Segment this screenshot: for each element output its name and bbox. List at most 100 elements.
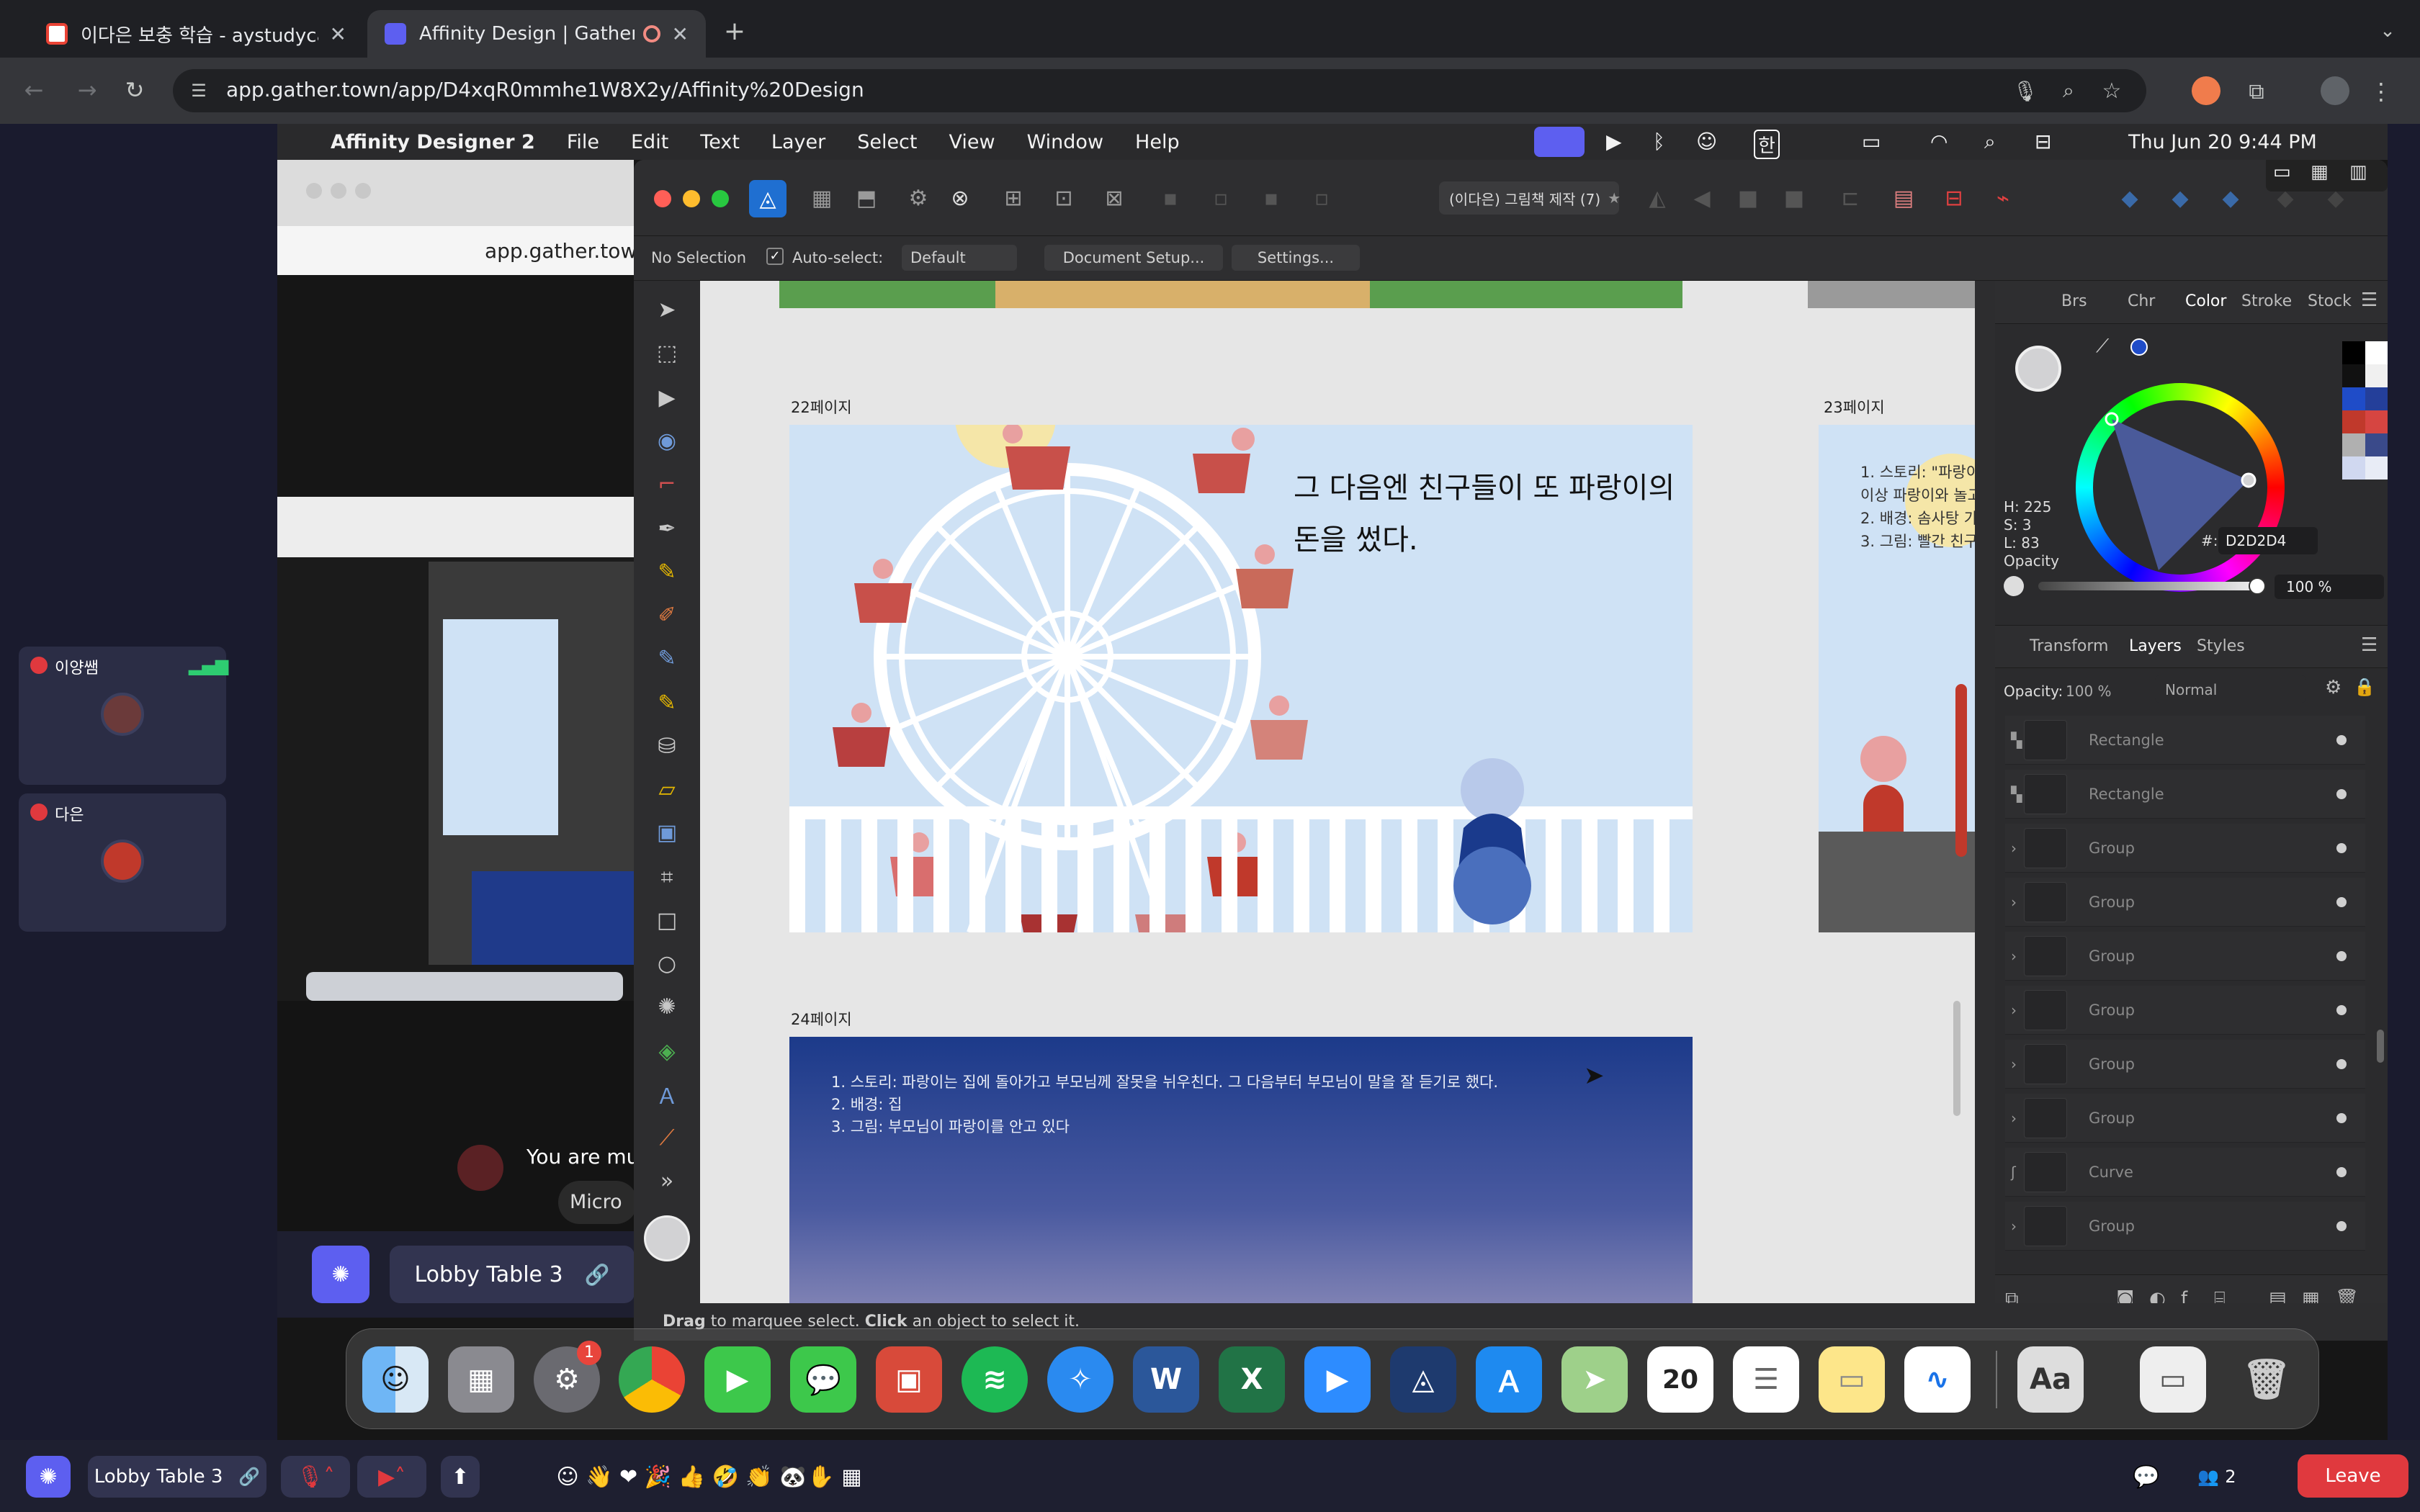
facetime-icon[interactable]: ▶ — [704, 1346, 771, 1413]
eyedropper-icon[interactable]: ⟋ — [2096, 336, 2109, 358]
document-setup-button[interactable]: Document Setup... — [1044, 245, 1223, 271]
shape-tool-icon[interactable]: ✺ — [650, 989, 684, 1024]
layer-row[interactable]: › Group — [2005, 1040, 2365, 1089]
menu-select[interactable]: Select — [857, 131, 917, 153]
window-minimize-button[interactable] — [683, 190, 700, 207]
tab-character[interactable]: Chr — [2128, 292, 2155, 310]
browser-tab-gather[interactable]: Affinity Design | Gather ✕ — [367, 10, 706, 58]
settings-button[interactable]: Settings... — [1232, 245, 1360, 271]
launchpad-icon[interactable]: ▦ — [448, 1346, 514, 1413]
chrome-menu-icon[interactable]: ⋮ — [2367, 75, 2396, 108]
place-image-icon[interactable]: ▣ — [650, 815, 684, 850]
tab-stroke[interactable]: Stroke — [2241, 292, 2292, 310]
swatch-column[interactable] — [2342, 341, 2388, 492]
align-icon[interactable]: ⊞ — [997, 181, 1030, 215]
participant-card[interactable]: 다은 — [19, 793, 226, 932]
color-picker-icon[interactable]: ⟋ — [650, 1120, 684, 1155]
expand-tools-icon[interactable]: » — [650, 1164, 684, 1198]
gather-logo-button[interactable]: ✺ — [26, 1456, 71, 1498]
color-triangle[interactable] — [2076, 383, 2285, 592]
panel-menu-icon[interactable]: ☰ — [2361, 634, 2378, 656]
screen-share-button[interactable]: ⬆ — [441, 1456, 480, 1498]
designer-persona-icon[interactable]: ◬ — [749, 180, 786, 217]
layer-row[interactable]: › Group — [2005, 1202, 2365, 1251]
play-icon[interactable]: ▶ — [1606, 130, 1622, 153]
gather-logo-button[interactable]: ✺ — [312, 1246, 369, 1303]
node-tool-icon[interactable]: ▶ — [650, 380, 684, 415]
rectangle-tool-icon[interactable]: □ — [650, 903, 684, 937]
quick-menu-icon[interactable]: ◆ — [2164, 181, 2197, 215]
layer-row[interactable]: › Group — [2005, 986, 2365, 1035]
extensions-puzzle-icon[interactable]: ⧉ — [2240, 75, 2273, 108]
snapping-icon[interactable]: ⊗ — [944, 181, 977, 215]
corner-tool-icon[interactable]: ◉ — [650, 423, 684, 458]
crop-tool-icon[interactable]: ⌗ — [650, 860, 684, 894]
new-tab-button[interactable]: + — [717, 13, 753, 49]
opacity-input[interactable]: 100 % — [2275, 575, 2384, 599]
back-icon[interactable]: ← — [16, 72, 52, 108]
tab-brushes[interactable]: Brs — [2061, 292, 2087, 310]
lock-icon[interactable]: 🔒 — [2354, 677, 2375, 697]
artboard-page-24[interactable]: 1. 스토리: 파랑이는 집에 돌아가고 부모님께 잘못을 뉘우친다. 그 다음… — [789, 1037, 1693, 1325]
recent-color-swatch[interactable] — [2130, 338, 2148, 356]
layer-settings-icon[interactable]: ⚙ — [2325, 677, 2341, 698]
shape-builder-icon[interactable]: ◈ — [650, 1034, 684, 1068]
screen-share-status-icon[interactable] — [1534, 127, 1585, 157]
menu-view[interactable]: View — [949, 131, 995, 153]
menu-edit[interactable]: Edit — [631, 131, 668, 153]
flip-icon[interactable]: ◭ — [1641, 181, 1674, 215]
bookmark-star-icon[interactable]: ☆ — [2096, 75, 2128, 107]
fill-color-well[interactable] — [2015, 346, 2061, 392]
zoom-icon[interactable]: ▶ — [1304, 1346, 1371, 1413]
trash-icon[interactable]: 🗑 — [2233, 1346, 2300, 1413]
menu-file[interactable]: File — [567, 131, 599, 153]
panel-menu-icon[interactable]: ☰ — [2361, 289, 2378, 311]
affinity-designer-icon[interactable]: ◬ — [1390, 1346, 1456, 1413]
reload-icon[interactable]: ↻ — [117, 72, 153, 108]
control-center-icon[interactable]: ⊟ — [2035, 130, 2051, 153]
menu-window[interactable]: Window — [1027, 131, 1103, 153]
transparency-tool-icon[interactable]: ▱ — [650, 772, 684, 806]
menu-clock[interactable]: Thu Jun 20 9:44 PM — [2128, 131, 2317, 153]
leave-button[interactable]: Leave — [2298, 1454, 2408, 1498]
extension-icon[interactable] — [2192, 76, 2220, 105]
brush-tool-icon[interactable]: ✎ — [650, 685, 684, 720]
reminders-icon[interactable]: ☰ — [1733, 1346, 1799, 1413]
app-menu[interactable]: Affinity Designer 2 — [331, 131, 535, 153]
paint-brush-icon[interactable]: ✎ — [650, 641, 684, 675]
pencil-tool-icon[interactable]: ✎ — [650, 554, 684, 589]
profile-avatar[interactable] — [2321, 76, 2349, 105]
spotlight-icon[interactable]: ⌕ — [1984, 130, 1996, 154]
document-tab[interactable]: (이다은) 그림책 제작 (7) ★ — [1439, 181, 1621, 215]
window-zoom-button[interactable] — [712, 190, 729, 207]
microphone-icon[interactable]: 🎙 — [2009, 75, 2041, 107]
layers-scrollbar[interactable] — [2377, 1030, 2384, 1063]
menu-layer[interactable]: Layer — [771, 131, 825, 153]
chrome-icon[interactable] — [619, 1346, 685, 1413]
messages-icon[interactable]: 💬 — [790, 1346, 856, 1413]
autoselect-checkbox[interactable]: ✓ — [766, 248, 784, 265]
freeform-icon[interactable]: ∿ — [1904, 1346, 1971, 1413]
tab-styles[interactable]: Styles — [2197, 637, 2245, 655]
point-transform-icon[interactable]: ⌐ — [650, 467, 684, 501]
settings-gear-icon[interactable]: ⚙ — [902, 181, 935, 215]
boolean-add-icon[interactable]: ■ — [1731, 181, 1765, 215]
text-tool-icon[interactable]: Ａ — [650, 1077, 684, 1112]
room-name-pill[interactable]: Lobby Table 3 🔗 — [88, 1456, 266, 1498]
bluetooth-icon[interactable]: ᛒ — [1653, 130, 1665, 153]
move-tool-icon[interactable]: ➤ — [650, 292, 684, 327]
calendar-icon[interactable]: 20 — [1647, 1346, 1713, 1413]
book-view-icon[interactable]: ▥ — [2349, 161, 2367, 183]
single-view-icon[interactable]: ▭ — [2273, 161, 2291, 183]
transform-icon[interactable]: ⊠ — [1098, 181, 1131, 215]
tab-color[interactable]: Color — [2185, 292, 2226, 310]
room-name-pill[interactable]: Lobby Table 3 🔗 — [390, 1246, 635, 1303]
hand-and-apps[interactable]: ✋ ▦ — [799, 1456, 870, 1498]
close-icon[interactable]: ✕ — [672, 22, 689, 46]
tab-stock[interactable]: Stock — [2308, 292, 2352, 310]
snapping-magnet-icon[interactable]: ⌁ — [1986, 181, 2020, 215]
hex-input[interactable]: D2D2D4 — [2218, 527, 2318, 554]
arrange-icon[interactable]: ▪ — [1154, 181, 1187, 215]
view-mode-switcher[interactable]: ▭ ▦ ▥ — [2266, 160, 2388, 192]
site-settings-icon[interactable]: ☰ — [183, 75, 215, 107]
